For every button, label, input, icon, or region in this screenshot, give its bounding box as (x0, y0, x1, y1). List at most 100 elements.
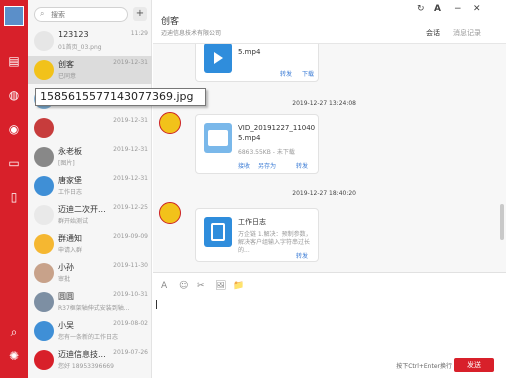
search-icon[interactable]: ⌕ (5, 323, 23, 341)
broadcast-icon[interactable]: ◉ (5, 120, 23, 138)
contact-item[interactable]: 创客 2019-12-31 已同意 (28, 56, 152, 84)
input-toolbar: A ☺ ✂ 🖼 📁 (153, 272, 506, 298)
left-nav-bar: ▤ ◍ ◉ ▭ ▯ ⌕ ✺ (0, 0, 28, 378)
contact-item[interactable]: 123123 11:29 01首页_03.png (28, 27, 152, 55)
contact-name: 迈迪信息技... (58, 350, 106, 359)
clipboard-icon[interactable]: ▯ (5, 188, 23, 206)
contact-item[interactable]: 小吴 2019-08-02 您有一条新的工作日志 (28, 317, 152, 345)
file-size: 6863.55KB - 未下载 (238, 149, 295, 156)
receive-link[interactable]: 接收 (238, 161, 250, 170)
contact-name: 123123 (58, 30, 89, 39)
chat-scrollbar[interactable] (500, 204, 504, 240)
document-icon (204, 217, 232, 247)
inbox-icon[interactable]: ▭ (5, 154, 23, 172)
contact-date: 2019-08-02 (113, 320, 148, 327)
forward-link[interactable]: 转发 (280, 69, 292, 78)
contact-last-message: 您有一条新的工作日志 (58, 334, 119, 341)
minimize-icon[interactable]: − (454, 4, 462, 14)
file-icon[interactable]: 📁 (233, 281, 244, 291)
contact-date: 2019-12-31 (113, 175, 148, 182)
search-input[interactable] (51, 10, 121, 20)
input-footer: 按下Ctrl+Enter换行 发送 (153, 354, 506, 378)
chat-icon[interactable]: ▤ (5, 52, 23, 70)
sender-avatar[interactable] (159, 202, 181, 224)
contact-last-message: 已同意 (58, 73, 77, 80)
contact-name: 群通知 (58, 234, 82, 243)
contact-date: 11:29 (130, 30, 148, 37)
contact-last-message: R37框架轴伸式安装到轴... (58, 305, 130, 312)
contact-name: 创客 (58, 60, 74, 69)
newline-hint: 按下Ctrl+Enter换行 (396, 363, 452, 370)
contact-name: 小孙 (58, 263, 74, 272)
contact-item[interactable]: 迈迪信息技... 2019-07-26 您好 18953396669 (28, 346, 152, 374)
close-icon[interactable]: ✕ (473, 4, 481, 14)
card-title: 工作日志 (238, 218, 266, 226)
file-message: VID_20191227_110405.mp4 6863.55KB - 未下载 … (195, 114, 319, 174)
contact-date: 2019-12-31 (113, 117, 148, 124)
forward-link[interactable]: 转发 (296, 251, 308, 260)
download-link[interactable]: 下载 (302, 69, 314, 78)
contact-item[interactable]: 永老板 2019-12-31 [图片] (28, 143, 152, 171)
message-timestamp: 2019-12-27 18:40:20 (292, 190, 356, 197)
image-icon[interactable]: 🖼 (215, 281, 226, 291)
contact-item[interactable]: 群通知 2019-09-09 申请入群 (28, 230, 152, 258)
file-message: 5.mp4 转发 下载 (195, 44, 319, 82)
worklog-card[interactable]: 工作日志 万企链 1.解决：预制参数，解决客户组输入字符串过长的... 转发 (195, 208, 319, 262)
contact-last-message: 工作日志 (58, 189, 83, 196)
contact-last-message: 申请入群 (58, 247, 83, 254)
contact-item[interactable]: 迈迪二次开... 2019-12-25 群开始测试 (28, 201, 152, 229)
user-avatar[interactable] (4, 6, 24, 26)
save-as-link[interactable]: 另存为 (258, 161, 276, 170)
contact-avatar (34, 176, 54, 196)
sender-avatar[interactable] (159, 112, 181, 134)
tab-history[interactable]: 消息记录 (453, 28, 481, 38)
contact-avatar (34, 321, 54, 341)
contact-date: 2019-07-26 (113, 349, 148, 356)
contact-last-message: 您好 18953396669 (58, 363, 114, 370)
settings-icon[interactable]: ✺ (5, 347, 23, 365)
contact-item[interactable]: 圆圆 2019-10-31 R37框架轴伸式安装到轴... (28, 288, 152, 316)
video-file-icon (204, 44, 232, 73)
tab-chat[interactable]: 会话 (426, 28, 440, 38)
chat-area: 5.mp4 转发 下载 2019-12-27 13:24:08 VID_2019… (153, 44, 506, 272)
contact-last-message: 审批 (58, 276, 71, 283)
contact-name: 迈迪二次开... (58, 205, 106, 214)
contact-date: 2019-10-31 (113, 291, 148, 298)
contact-item[interactable]: 唐家堡 2019-12-31 工作日志 (28, 172, 152, 200)
contact-name: 唐家堡 (58, 176, 82, 185)
contact-avatar (34, 350, 54, 370)
emoji-icon[interactable]: ☺ (179, 281, 188, 291)
send-button[interactable]: 发送 (454, 358, 494, 372)
contact-date: 2019-09-09 (113, 233, 148, 240)
search-box[interactable]: ⌕ (34, 7, 128, 22)
contact-avatar (34, 60, 54, 80)
folder-file-icon (204, 123, 232, 153)
file-name: VID_20191227_110405.mp4 (238, 124, 316, 142)
refresh-icon[interactable]: ↻ (417, 4, 425, 14)
contact-date: 2019-12-31 (113, 59, 148, 66)
file-name: 5.mp4 (238, 48, 261, 56)
contact-last-message: 01首页_03.png (58, 44, 102, 51)
contact-avatar (34, 263, 54, 283)
contact-avatar (34, 234, 54, 254)
message-input[interactable] (153, 298, 506, 354)
add-button[interactable]: + (133, 7, 147, 21)
conversation-list: ⌕ + 123123 11:29 01首页_03.png 创客 2019-12-31 已同… (28, 0, 152, 378)
contact-name: 小吴 (58, 321, 74, 330)
screenshot-icon[interactable]: ✂ (197, 281, 205, 291)
contact-item[interactable]: 小孙 2019-11-30 审批 (28, 259, 152, 287)
font-icon[interactable]: A (161, 281, 167, 291)
chat-header: 创客 迈迪信息技术有限公司 ↻ A − ✕ 会话 消息记录 (153, 0, 506, 44)
font-icon[interactable]: A (434, 4, 441, 14)
contact-item[interactable]: 2019-12-31 (28, 114, 152, 142)
contact-avatar (34, 292, 54, 312)
forward-link[interactable]: 转发 (296, 161, 308, 170)
contact-avatar (34, 118, 54, 138)
contact-last-message: [图片] (58, 160, 75, 167)
chat-subtitle: 迈迪信息技术有限公司 (161, 30, 222, 37)
contact-avatar (34, 31, 54, 51)
contact-avatar (34, 205, 54, 225)
text-caret (156, 300, 157, 309)
chat-title: 创客 (161, 17, 180, 27)
globe-icon[interactable]: ◍ (5, 86, 23, 104)
